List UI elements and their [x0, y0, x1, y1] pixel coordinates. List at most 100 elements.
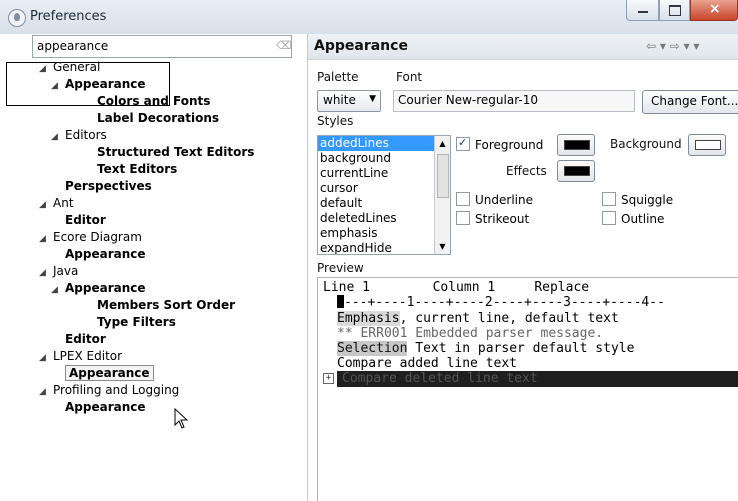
styles-list[interactable]: addedLines background currentLine cursor def…: [317, 135, 451, 255]
selection-word: Selection: [337, 341, 408, 356]
style-list-item[interactable]: expandHide: [318, 241, 450, 254]
tree-item[interactable]: Editor: [51, 331, 106, 347]
style-list-item[interactable]: deletedLines: [318, 211, 450, 226]
background-color-swatch: [695, 140, 721, 150]
tree-item[interactable]: Appearance: [51, 365, 154, 381]
expand-arrow-icon[interactable]: ◢: [51, 78, 65, 94]
underline-checkbox[interactable]: [456, 192, 470, 206]
outline-checkbox[interactable]: [602, 211, 616, 225]
style-list-item[interactable]: addedLines: [318, 136, 450, 151]
tree-item-label: Type Filters: [97, 315, 176, 329]
tree-item[interactable]: Label Decorations: [83, 110, 219, 126]
ruler-text: ---+----1----+----2----+----3----+----4-…: [344, 295, 665, 310]
strikeout-checkbox-row[interactable]: Strikeout: [456, 211, 529, 227]
preview-selection-line: Selection Text in parser default style: [337, 341, 634, 357]
scroll-down-icon[interactable]: ▼: [435, 239, 450, 254]
expand-arrow-icon[interactable]: ◢: [39, 350, 53, 366]
foreground-color-button[interactable]: [557, 134, 595, 156]
page-header: Appearance ⇦ ▾ ⇨ ▾ ▾: [308, 34, 738, 60]
title-bar: Preferences ×: [0, 0, 738, 35]
expand-arrow-icon[interactable]: ◢: [39, 265, 53, 281]
tree-item[interactable]: ◢ Appearance: [51, 76, 146, 92]
tree-item[interactable]: ◢ Editors: [51, 127, 107, 143]
tree-item[interactable]: ◢ General: [39, 59, 100, 75]
expand-arrow-icon[interactable]: ◢: [39, 384, 53, 400]
tree-item[interactable]: Appearance: [51, 246, 146, 262]
tree-item-label: Label Decorations: [97, 111, 220, 125]
change-font-button[interactable]: Change Font...: [642, 90, 738, 114]
strikeout-checkbox[interactable]: [456, 211, 470, 225]
tree-item-label: Ant: [53, 196, 74, 210]
font-field: Courier New-regular-10: [393, 90, 635, 112]
style-list-item[interactable]: currentLine: [318, 166, 450, 181]
emphasis-rest: , current line, default text: [399, 311, 619, 326]
tree-item[interactable]: ◢ Appearance: [51, 280, 146, 296]
expand-arrow-icon[interactable]: ◢: [39, 197, 53, 213]
preview-deleted-line: Compare deleted line text: [342, 371, 538, 386]
tree-item-label: LPEX Editor: [53, 349, 123, 363]
tree-item-label: Text Editors: [97, 162, 178, 176]
tree-item[interactable]: Structured Text Editors: [83, 144, 254, 160]
tree-item[interactable]: Members Sort Order: [83, 297, 235, 313]
style-list-item[interactable]: default: [318, 196, 450, 211]
tree-item-label: Java: [53, 264, 79, 278]
chevron-down-icon: ▼: [369, 94, 376, 104]
style-list-item[interactable]: background: [318, 151, 450, 166]
palette-select[interactable]: white ▼: [317, 90, 381, 112]
background-color-button[interactable]: [688, 134, 726, 156]
outline-checkbox-row[interactable]: Outline: [602, 211, 664, 227]
scroll-thumb[interactable]: [437, 154, 449, 198]
maximize-button[interactable]: [658, 0, 690, 21]
tree-item[interactable]: Colors and Fonts: [83, 93, 210, 109]
preferences-icon: [8, 9, 26, 27]
filter-field[interactable]: appearance ⌫: [32, 35, 292, 58]
preview-ruler: ---+----1----+----2----+----3----+----4-…: [337, 295, 665, 311]
expand-icon[interactable]: +: [323, 373, 334, 384]
palette-label: Palette: [317, 70, 359, 84]
minimize-button[interactable]: [626, 0, 659, 21]
preview-error-line: ** ERR001 Embedded parser message.: [337, 326, 604, 341]
tree-item[interactable]: Text Editors: [83, 161, 177, 177]
preview-area: Line 1 Column 1 Replace ---+----1----+--…: [317, 277, 738, 501]
navigation-arrows[interactable]: ⇦ ▾ ⇨ ▾ ▾: [646, 39, 699, 53]
tree-item-label: General: [53, 60, 101, 74]
tree-item[interactable]: ◢ LPEX Editor: [39, 348, 122, 364]
scroll-up-icon[interactable]: ▲: [435, 136, 450, 151]
effects-label: Effects: [506, 164, 547, 178]
mouse-cursor-icon: [174, 408, 189, 429]
tree-item[interactable]: ◢ Ant: [39, 195, 74, 211]
window-controls: ×: [626, 0, 738, 22]
eraser-icon[interactable]: ⌫: [276, 39, 292, 52]
tree-item[interactable]: ◢ Ecore Diagram: [39, 229, 142, 245]
tree-item[interactable]: ◢ Profiling and Logging: [39, 382, 179, 398]
style-list-item[interactable]: cursor: [318, 181, 450, 196]
squiggle-checkbox[interactable]: [602, 192, 616, 206]
strikeout-label: Strikeout: [475, 212, 530, 226]
squiggle-checkbox-row[interactable]: Squiggle: [602, 192, 673, 208]
foreground-checkbox[interactable]: [456, 135, 470, 151]
tree-item[interactable]: Perspectives: [51, 178, 152, 194]
foreground-checkbox-row[interactable]: Foreground: [456, 135, 543, 153]
effects-color-button[interactable]: [557, 160, 595, 182]
expand-arrow-icon[interactable]: ◢: [51, 129, 65, 145]
tree-item-label: Ecore Diagram: [53, 230, 142, 244]
preview-emphasis-line: Emphasis, current line, default text: [337, 311, 619, 327]
tree-item[interactable]: Type Filters: [83, 314, 176, 330]
tree-item[interactable]: Appearance: [51, 399, 146, 415]
expand-arrow-icon[interactable]: ◢: [51, 282, 65, 298]
expand-arrow-icon[interactable]: ◢: [39, 231, 53, 247]
tree-item[interactable]: Editor: [51, 212, 106, 228]
close-button[interactable]: ×: [689, 0, 738, 21]
filter-input[interactable]: appearance: [37, 39, 108, 53]
emphasis-word: Emphasis: [337, 311, 400, 326]
appearance-page: Appearance ⇦ ▾ ⇨ ▾ ▾ Palette Font white …: [308, 34, 738, 501]
preferences-tree-panel: appearance ⌫ ◢ General ◢ Appearance Colors a…: [0, 34, 308, 501]
styles-scrollbar[interactable]: ▲ ▼: [434, 136, 450, 254]
underline-checkbox-row[interactable]: Underline: [456, 192, 533, 208]
styles-label: Styles: [317, 114, 354, 128]
expand-arrow-icon[interactable]: ◢: [39, 61, 53, 77]
effects-color-swatch: [564, 166, 590, 176]
tree-item[interactable]: ◢ Java: [39, 263, 78, 279]
style-list-item[interactable]: emphasis: [318, 226, 450, 241]
text-cursor: [337, 295, 344, 308]
